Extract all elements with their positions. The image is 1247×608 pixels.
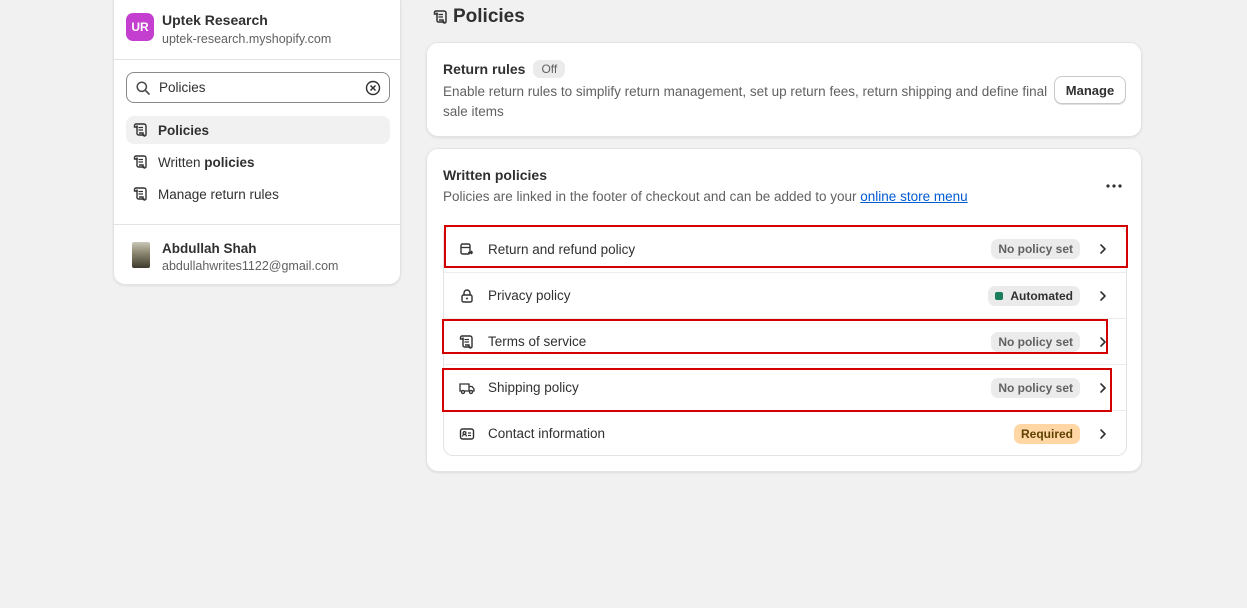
clear-search-icon[interactable] [365, 80, 381, 96]
scroll-icon [133, 155, 147, 169]
store-avatar: UR [126, 13, 154, 41]
policy-row-contact[interactable]: Contact information Required [444, 410, 1126, 456]
lock-icon [461, 288, 473, 303]
store-url: uptek-research.myshopify.com [162, 32, 332, 46]
written-policies-card: Written policies Policies are linked in … [426, 148, 1142, 472]
status-badge: Off [533, 60, 566, 78]
highlight-box-shipping [442, 368, 1112, 412]
badge-text: Automated [1010, 288, 1073, 303]
description-text: Policies are linked in the footer of che… [443, 189, 861, 204]
highlight-box-return-refund [444, 225, 1128, 268]
store-name: Uptek Research [162, 12, 268, 28]
written-policies-description: Policies are linked in the footer of che… [443, 189, 968, 204]
more-actions-button[interactable] [1105, 177, 1123, 195]
return-rules-card: Return rules Off Enable return rules to … [426, 42, 1142, 137]
chevron-right-icon [1100, 428, 1106, 439]
search-result-manage-return-rules[interactable]: Manage return rules [126, 180, 390, 208]
search-result-written-policies[interactable]: Written policies [126, 148, 390, 176]
user-email: abdullahwrites1122@gmail.com [162, 259, 339, 273]
label-bold: policies [204, 154, 255, 170]
written-policies-title: Written policies [443, 167, 547, 183]
status-badge: Required [1013, 423, 1080, 444]
manage-button[interactable]: Manage [1054, 76, 1126, 104]
status-badge: Automated [988, 285, 1080, 306]
search-result-label: Written policies [158, 155, 255, 170]
search-result-label: Manage return rules [158, 186, 279, 202]
status-dot [995, 291, 1004, 300]
return-rules-title: Return rules [443, 61, 526, 77]
policy-label: Contact information [488, 426, 606, 441]
return-rules-heading: Return rules Off [443, 60, 566, 78]
scroll-icon [133, 123, 147, 137]
policy-label: Privacy policy [488, 288, 571, 303]
search-input[interactable]: Policies [126, 72, 390, 103]
online-store-menu-link[interactable]: online store menu [860, 189, 967, 204]
search-panel: UR Uptek Research uptek-research.myshopi… [113, 0, 401, 285]
return-rules-description: Enable return rules to simplify return m… [443, 84, 1048, 119]
user-account[interactable]: Abdullah Shah abdullahwrites1122@gmail.c… [114, 224, 400, 284]
scroll-icon [133, 187, 147, 201]
search-icon [136, 80, 150, 95]
scroll-icon [433, 10, 447, 24]
chevron-right-icon [1100, 290, 1106, 301]
avatar [132, 242, 150, 268]
label-plain: Written [158, 154, 205, 170]
more-horizontal-icon [1106, 184, 1122, 188]
page-title-text: Policies [453, 6, 525, 27]
policy-row-privacy[interactable]: Privacy policy Automated [444, 272, 1126, 318]
user-name: Abdullah Shah [162, 241, 257, 256]
search-value[interactable]: Policies [159, 80, 365, 95]
page-title: Policies [432, 6, 525, 28]
search-result-policies[interactable]: Policies [126, 116, 390, 144]
search-result-label: Policies [158, 122, 210, 138]
store-header[interactable]: UR Uptek Research uptek-research.myshopi… [114, 0, 400, 60]
highlight-box-terms [442, 319, 1108, 354]
contact-card-icon [459, 427, 475, 440]
